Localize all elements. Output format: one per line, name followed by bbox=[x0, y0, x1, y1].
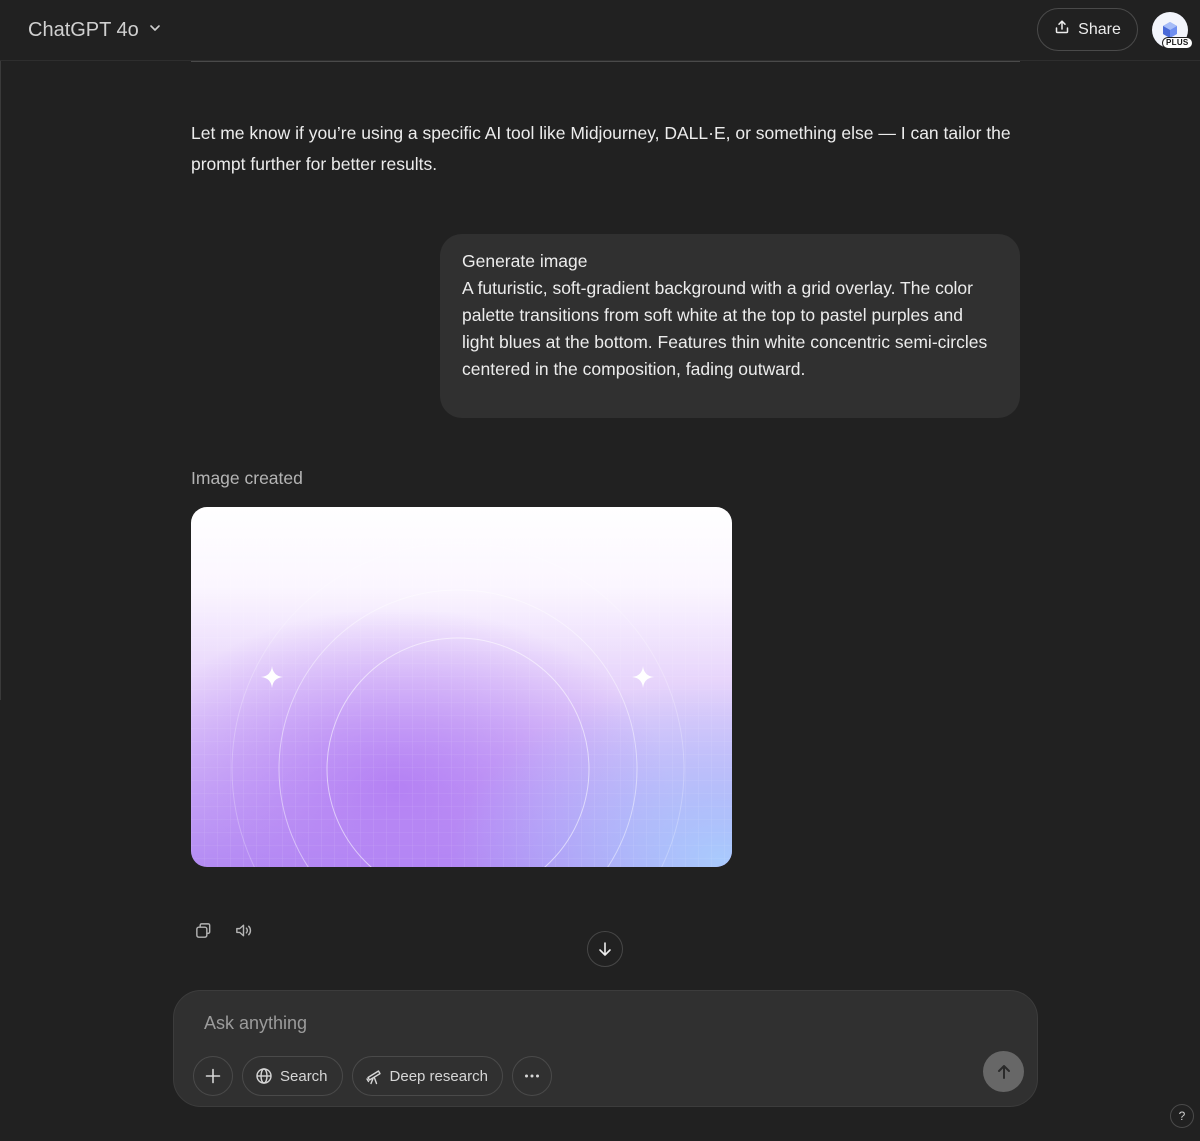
scroll-to-bottom-button[interactable] bbox=[587, 931, 623, 967]
chat-page: ChatGPT 4o Share PLUS Let me know if you… bbox=[0, 0, 1200, 1141]
arrow-down-icon bbox=[599, 942, 611, 956]
attach-button[interactable] bbox=[193, 1056, 233, 1096]
model-label: ChatGPT 4o bbox=[28, 18, 139, 41]
user-message-bubble: Generate image A futuristic, soft-gradie… bbox=[440, 234, 1020, 418]
deep-research-button[interactable]: Deep research bbox=[351, 1056, 503, 1096]
assistant-message: Let me know if you’re using a specific A… bbox=[191, 123, 1011, 174]
copy-icon bbox=[195, 922, 210, 938]
share-button[interactable]: Share bbox=[1037, 8, 1138, 51]
copy-button[interactable] bbox=[188, 915, 218, 945]
message-actions bbox=[188, 915, 258, 945]
prompt-input[interactable] bbox=[204, 1009, 964, 1037]
composer-tools: Search Deep research bbox=[193, 1056, 552, 1096]
image-created-label: Image created bbox=[191, 468, 303, 488]
arrow-up-icon bbox=[997, 1064, 1010, 1079]
search-button[interactable]: Search bbox=[242, 1056, 343, 1096]
ellipsis-icon bbox=[524, 1074, 539, 1078]
deep-research-label: Deep research bbox=[389, 1067, 488, 1085]
user-message-title: Generate image bbox=[462, 251, 588, 271]
telescope-icon bbox=[365, 1070, 381, 1085]
plus-icon bbox=[205, 1068, 221, 1084]
user-message-body: A futuristic, soft-gradient background w… bbox=[462, 278, 988, 379]
speaker-icon bbox=[235, 924, 251, 936]
read-aloud-button[interactable] bbox=[228, 915, 258, 945]
send-button[interactable] bbox=[983, 1051, 1024, 1092]
more-tools-button[interactable] bbox=[511, 1056, 552, 1096]
generated-image[interactable] bbox=[191, 507, 732, 867]
chevron-down-icon bbox=[147, 19, 163, 42]
globe-icon bbox=[256, 1068, 272, 1084]
help-button[interactable]: ? bbox=[1170, 1104, 1194, 1128]
sidebar-edge bbox=[0, 60, 1, 700]
top-bar: ChatGPT 4o Share PLUS bbox=[0, 0, 1200, 61]
message-divider bbox=[191, 61, 1020, 62]
search-label: Search bbox=[280, 1067, 328, 1085]
plan-badge: PLUS bbox=[1162, 37, 1193, 49]
composer: Search Deep research bbox=[173, 990, 1038, 1107]
model-switcher[interactable]: ChatGPT 4o bbox=[20, 12, 171, 48]
upload-icon bbox=[1054, 19, 1070, 40]
share-label: Share bbox=[1078, 20, 1121, 38]
